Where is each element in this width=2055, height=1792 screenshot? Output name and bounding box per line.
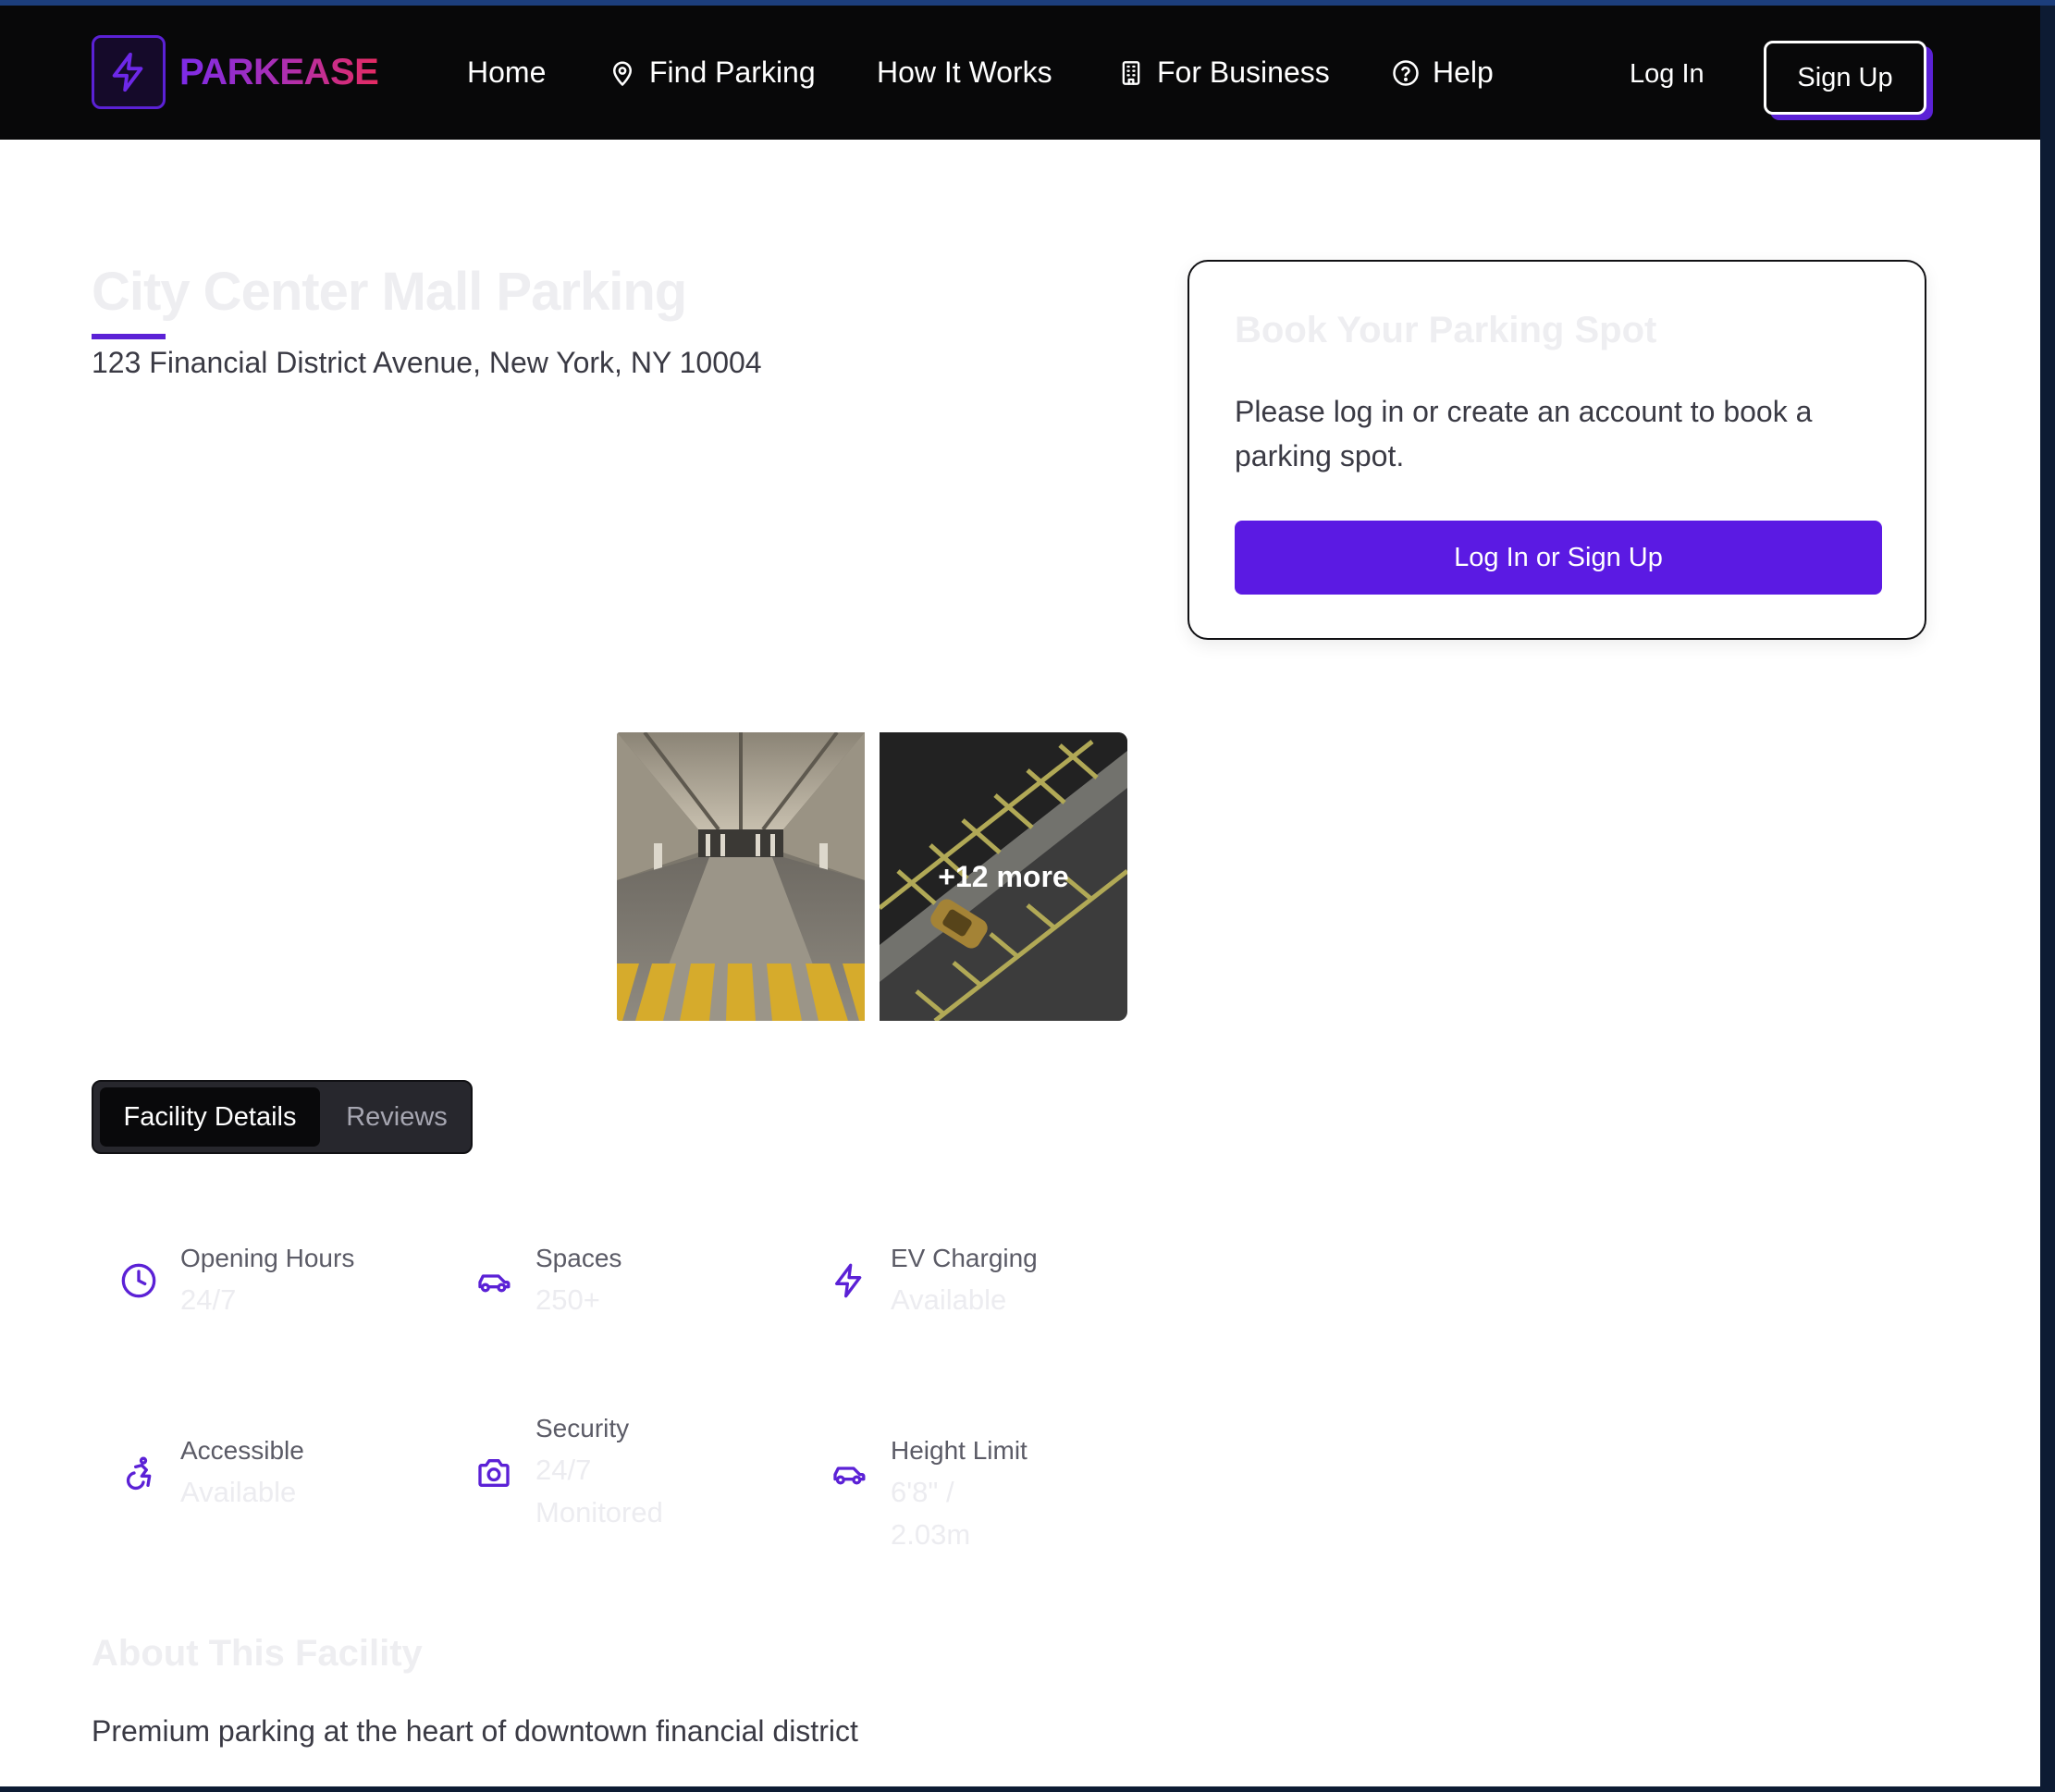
nav-for-business[interactable]: For Business (1118, 55, 1330, 90)
login-or-signup-button[interactable]: Log In or Sign Up (1235, 521, 1882, 595)
nav-home-label: Home (467, 55, 547, 89)
gallery-photo-garage[interactable] (617, 732, 865, 1021)
lightning-icon (835, 1263, 862, 1298)
nav-how-it-works-label: How It Works (877, 55, 1052, 89)
more-photos-overlay[interactable]: +12 more (880, 732, 1127, 1021)
tab-facility-details[interactable]: Facility Details (100, 1087, 320, 1147)
gallery-photo-rooftop[interactable]: +12 more (880, 732, 1127, 1021)
detail-value: Available (891, 1283, 1007, 1316)
car-icon (478, 1274, 511, 1293)
detail-value: 250+ (535, 1283, 600, 1316)
title-underline (92, 334, 166, 339)
detail-label: Accessible (180, 1436, 304, 1465)
detail-label: Spaces (535, 1244, 622, 1272)
detail-label: EV Charging (891, 1244, 1038, 1272)
logo-mark[interactable] (92, 35, 166, 109)
nav-find-parking[interactable]: Find Parking (609, 55, 816, 90)
building-icon (1122, 60, 1140, 85)
nav-help-label: Help (1433, 55, 1494, 89)
detail-tabs: Facility Details Reviews (92, 1080, 473, 1154)
navbar: PARKEASE Home Find Parking How It Works … (0, 6, 2040, 140)
detail-value: 6'8" / 2.03m (891, 1476, 971, 1551)
about-title: About This Facility (92, 1633, 423, 1674)
detail-label: Opening Hours (180, 1244, 355, 1272)
page-title: City Center Mall Parking (92, 262, 687, 322)
help-circle-icon (1393, 59, 1419, 86)
garage-photo (617, 732, 865, 1021)
nav-home[interactable]: Home (467, 55, 546, 90)
detail-value: Available (180, 1476, 297, 1508)
login-link[interactable]: Log In (1630, 59, 1704, 90)
detail-label: Height Limit (891, 1436, 1028, 1465)
clock-icon (121, 1263, 156, 1298)
map-pin-icon (613, 61, 632, 86)
nav-for-business-label: For Business (1157, 55, 1330, 89)
brand-name[interactable]: PARKEASE (179, 52, 379, 93)
page: PARKEASE Home Find Parking How It Works … (0, 0, 2040, 1786)
nav-how-it-works[interactable]: How It Works (877, 55, 1052, 90)
camera-icon (478, 1459, 510, 1487)
top-accent-line (0, 0, 2055, 6)
accessibility-icon (126, 1456, 152, 1491)
detail-label: Security (535, 1414, 630, 1442)
signup-button[interactable]: Sign Up (1764, 41, 1926, 115)
nav-help[interactable]: Help (1392, 55, 1494, 90)
detail-value: 24/7 Monitored (535, 1454, 663, 1528)
booking-card-title: Book Your Parking Spot (1235, 310, 1657, 350)
nav-find-parking-label: Find Parking (649, 55, 816, 89)
car-icon (833, 1467, 866, 1485)
about-description: Premium parking at the heart of downtown… (92, 1714, 858, 1748)
lightning-logo-icon (112, 52, 143, 92)
tab-reviews[interactable]: Reviews (332, 1087, 461, 1147)
detail-value: 24/7 (180, 1283, 237, 1316)
booking-card: Book Your Parking Spot Please log in or … (1187, 260, 1926, 640)
facility-address: 123 Financial District Avenue, New York,… (92, 346, 762, 379)
booking-login-message: Please log in or create an account to bo… (1235, 395, 1813, 473)
